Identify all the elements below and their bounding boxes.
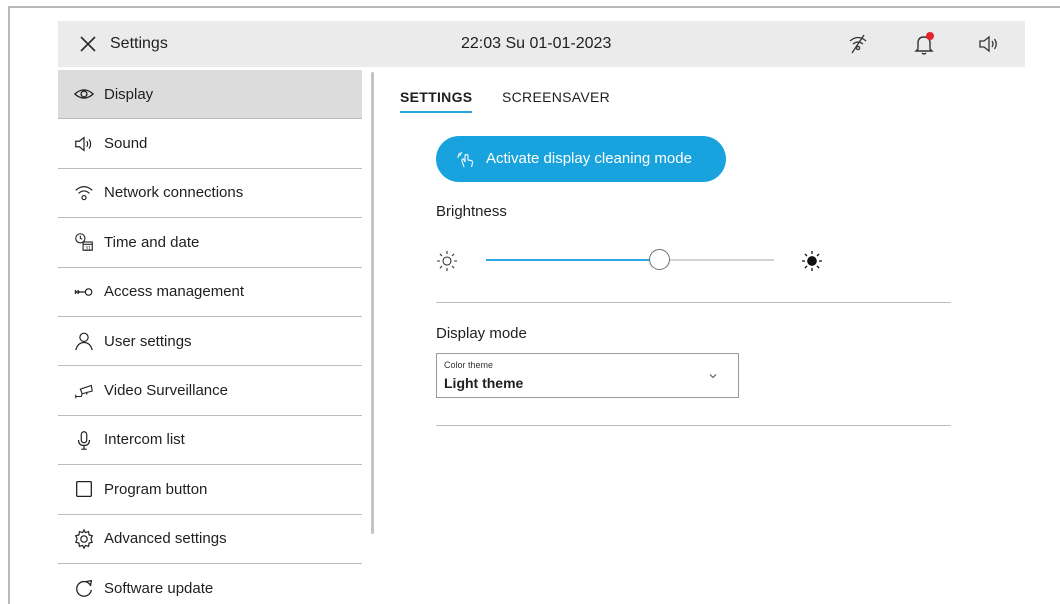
sidebar-item-label: Time and date bbox=[104, 233, 200, 251]
window-frame-top bbox=[8, 6, 1060, 8]
sidebar-item-label: Program button bbox=[104, 480, 208, 498]
tab-settings[interactable]: SETTINGS bbox=[400, 86, 472, 108]
sidebar-scrollbar[interactable] bbox=[371, 72, 374, 534]
section-divider bbox=[436, 302, 951, 303]
square-icon bbox=[72, 477, 96, 501]
brightness-label: Brightness bbox=[436, 203, 507, 220]
sidebar-item-label: Display bbox=[104, 85, 154, 103]
key-icon bbox=[72, 280, 96, 304]
sidebar-item-network[interactable]: Network connections bbox=[58, 169, 362, 219]
color-theme-caption: Color theme bbox=[444, 360, 494, 370]
top-bar: Settings 22:03 Su 01-01-2023 bbox=[58, 21, 1025, 67]
sidebar-item-time-and-date[interactable]: 31 Time and date bbox=[58, 218, 362, 268]
brightness-slider-handle[interactable] bbox=[648, 249, 670, 270]
header-datetime: 22:03 Su 01-01-2023 bbox=[461, 35, 612, 52]
brightness-slider-fill bbox=[486, 259, 659, 261]
sidebar-item-display[interactable]: Display bbox=[58, 70, 362, 120]
sidebar-item-software-update[interactable]: Software update bbox=[58, 564, 362, 604]
sidebar-item-user-settings[interactable]: User settings bbox=[58, 317, 362, 367]
speaker-icon[interactable] bbox=[976, 32, 1000, 56]
tab-screensaver[interactable]: SCREENSAVER bbox=[502, 86, 610, 108]
sidebar-item-program-button[interactable]: Program button bbox=[58, 465, 362, 515]
color-theme-value: Light theme bbox=[444, 375, 524, 391]
sidebar-item-label: User settings bbox=[104, 332, 192, 350]
sidebar-item-video-surveillance[interactable]: Video Surveillance bbox=[58, 366, 362, 416]
sidebar-item-intercom-list[interactable]: Intercom list bbox=[58, 416, 362, 466]
svg-text:31: 31 bbox=[85, 246, 91, 252]
sidebar-item-label: Access management bbox=[104, 283, 245, 301]
sidebar-item-label: Advanced settings bbox=[104, 530, 227, 548]
sidebar-item-label: Intercom list bbox=[104, 431, 185, 449]
display-cleaning-button[interactable]: Activate display cleaning mode bbox=[436, 136, 726, 182]
user-icon bbox=[72, 329, 96, 353]
display-mode-label: Display mode bbox=[436, 325, 527, 342]
sidebar-item-label: Software update bbox=[104, 579, 214, 597]
eye-icon bbox=[72, 82, 96, 106]
refresh-icon bbox=[72, 576, 96, 600]
hand-swipe-icon bbox=[456, 150, 476, 168]
sidebar-item-access-management[interactable]: Access management bbox=[58, 268, 362, 317]
brightness-slider[interactable] bbox=[486, 249, 774, 270]
microphone-icon bbox=[72, 428, 96, 452]
window-frame-left bbox=[8, 6, 10, 604]
display-cleaning-button-label: Activate display cleaning mode bbox=[486, 150, 692, 167]
sidebar-item-label: Network connections bbox=[104, 184, 244, 202]
chevron-down-icon bbox=[707, 369, 719, 381]
active-tab-indicator bbox=[400, 111, 472, 113]
sidebar-item-sound[interactable]: Sound bbox=[58, 119, 362, 169]
color-theme-select[interactable]: Color theme Light theme bbox=[436, 353, 739, 398]
sidebar-item-label: Video Surveillance bbox=[104, 382, 228, 400]
wifi-icon bbox=[72, 181, 96, 205]
camera-icon bbox=[72, 379, 96, 403]
no-connection-icon[interactable] bbox=[846, 32, 870, 56]
page-title: Settings bbox=[110, 35, 168, 52]
section-divider bbox=[436, 425, 951, 426]
close-icon[interactable] bbox=[78, 34, 98, 54]
gear-icon bbox=[72, 527, 96, 551]
sidebar-item-label: Sound bbox=[104, 135, 148, 153]
settings-sidebar: Display Sound Network connections 31 Tim… bbox=[58, 70, 362, 604]
speaker-icon bbox=[72, 132, 96, 156]
sun-outline-icon bbox=[435, 249, 459, 273]
clock-calendar-icon: 31 bbox=[72, 230, 96, 254]
sidebar-item-advanced-settings[interactable]: Advanced settings bbox=[58, 515, 362, 564]
sun-filled-icon bbox=[800, 249, 824, 273]
bell-icon[interactable] bbox=[912, 32, 936, 56]
